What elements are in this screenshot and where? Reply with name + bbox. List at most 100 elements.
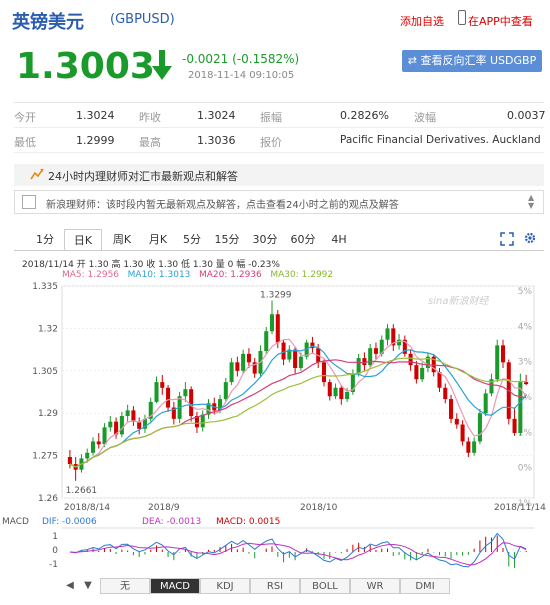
ma5-label: MA5: 1.2956 (62, 270, 120, 280)
y-tick-label: 1.29 (38, 409, 58, 419)
tab-period[interactable]: 30分 (248, 229, 282, 251)
tab-period[interactable]: 月K (142, 229, 174, 251)
x-tick-label: 2018/10 (300, 503, 338, 513)
candle-body (356, 358, 361, 374)
high-annotation: 1.3299 (260, 290, 292, 300)
y-tick-label: 1.335 (32, 282, 58, 292)
ma30-line (69, 357, 527, 468)
candle-body (275, 314, 280, 343)
candle-body (264, 331, 269, 352)
candle-body (183, 389, 188, 397)
quote-source-label: 报价 (260, 136, 282, 149)
prev-close-value: 1.3024 (197, 109, 236, 122)
high-label: 最高 (139, 136, 161, 149)
candle-body (154, 382, 159, 402)
y-tick-label: 1.32 (38, 324, 58, 334)
candle-body (472, 441, 477, 453)
scroll-left-icon[interactable]: ◀ (62, 578, 78, 594)
candle-body (223, 382, 228, 400)
quote-table: 今开 1.3024 昨收 1.3024 振幅 0.2826% 波幅 0.0037… (14, 102, 546, 153)
collapse-icon[interactable]: ▼ (80, 578, 96, 594)
tab-period[interactable]: 日K (64, 229, 102, 251)
right-tick-label: 5% (518, 287, 533, 297)
tab-period[interactable]: 周K (106, 229, 138, 251)
candle-body (85, 452, 90, 459)
tab-period[interactable]: 60分 (286, 229, 320, 251)
indicator-tab[interactable]: KDJ (200, 578, 250, 594)
candle-body (67, 457, 72, 465)
indicator-tab[interactable]: BOLL (300, 578, 350, 594)
x-tick-label: 2018/9 (148, 503, 180, 513)
candle-body (368, 348, 373, 366)
candle-body (460, 424, 465, 442)
indicator-tab[interactable]: MACD (150, 578, 200, 594)
fullscreen-icon[interactable] (500, 232, 514, 246)
candle-body (414, 365, 419, 380)
indicator-tab[interactable]: RSI (250, 578, 300, 594)
scroll-arrows-icon[interactable]: ▲ ▼ (528, 194, 534, 210)
macd-label: DIF: -0.0006 (42, 517, 97, 527)
range-value: 0.0037 (507, 109, 546, 122)
candle-body (125, 410, 130, 417)
y-tick-label: 1.26 (38, 494, 58, 504)
ma10-line (69, 345, 527, 468)
candle-body (385, 328, 390, 340)
y-tick-label: 1.275 (32, 452, 58, 462)
indicator-tab[interactable]: WR (350, 578, 400, 594)
candle-body (454, 418, 459, 425)
macd-tick-label: -1 (49, 560, 58, 570)
candle-body (449, 399, 454, 419)
x-tick-label: 2018/8/14 (64, 503, 110, 513)
tabs-divider (14, 250, 544, 251)
add-watchlist-link[interactable]: 添加自选 (400, 13, 444, 29)
candle-body (524, 382, 529, 385)
reverse-rate-button[interactable]: ⇄ 查看反向汇率 USDGBP (402, 50, 542, 72)
user-avatar-icon (22, 195, 36, 209)
indicator-tab[interactable]: 无 (100, 578, 150, 594)
page-title: 英镑美元 (12, 12, 84, 33)
ma-info: MA5: 1.2956 MA10: 1.3013 MA20: 1.2936 MA… (62, 270, 333, 280)
candle-body (298, 356, 303, 368)
candle-body (500, 345, 506, 363)
indicator-tab[interactable]: DMI (400, 578, 450, 594)
candle-body (512, 418, 517, 433)
gear-icon[interactable] (523, 231, 537, 245)
candle-body (102, 427, 107, 445)
candle-body (166, 387, 171, 408)
candle-body (293, 349, 298, 368)
tab-period[interactable]: 5分 (178, 229, 206, 251)
amplitude-value: 0.2826% (340, 109, 389, 122)
candle-body (466, 441, 471, 453)
scroll-down-icon[interactable]: ▼ (528, 202, 534, 210)
low-label: 最低 (14, 136, 36, 149)
sina-watermark: sina新浪财经 (428, 296, 489, 307)
quote-time: 2018-11-14 09:10:05 (188, 70, 295, 81)
kline-chart[interactable]: 1.3351.321.3051.291.2751.265%4%3%2%1%0%-… (0, 280, 550, 580)
quote-row: 最低 1.2999 最高 1.3036 报价 Pacific Financial… (14, 128, 544, 153)
candle-body (362, 358, 367, 366)
quote-source-value: Pacific Financial Derivatives. Auckland (340, 134, 541, 146)
candle-body (241, 353, 246, 371)
dea-line (69, 542, 527, 566)
tab-period[interactable]: 15分 (210, 229, 244, 251)
candle-body (269, 314, 275, 332)
ma30-label: MA30: 1.2992 (270, 270, 334, 280)
candle-body (420, 367, 425, 380)
tab-period[interactable]: 1分 (30, 229, 60, 251)
candle-body (483, 393, 488, 414)
macd-tick-label: 0 (52, 546, 58, 556)
price-change: -0.0021 (-0.1582%) (182, 52, 300, 66)
advisor-notice-text[interactable]: 新浪理财师：该时段内暂无最新观点及解答，点击查看24小时之前的观点及解答 (46, 196, 399, 211)
candle-body (339, 387, 344, 400)
tab-period[interactable]: 4H (324, 229, 354, 251)
quote-row: 今开 1.3024 昨收 1.3024 振幅 0.2826% 波幅 0.0037 (14, 103, 546, 128)
right-tick-label: 3% (518, 358, 533, 368)
advisor-news-title[interactable]: 24小时内理财师对汇市最新观点和解答 (48, 168, 238, 184)
candle-body (229, 362, 234, 383)
prev-close-label: 昨收 (139, 111, 161, 124)
view-in-app-link[interactable]: 在APP中查看 (468, 13, 533, 29)
candle-body (235, 362, 240, 371)
macd-label: MACD: 0.0015 (216, 517, 280, 527)
macd-tick-label: 1 (52, 532, 58, 542)
down-arrow-icon (152, 50, 172, 80)
